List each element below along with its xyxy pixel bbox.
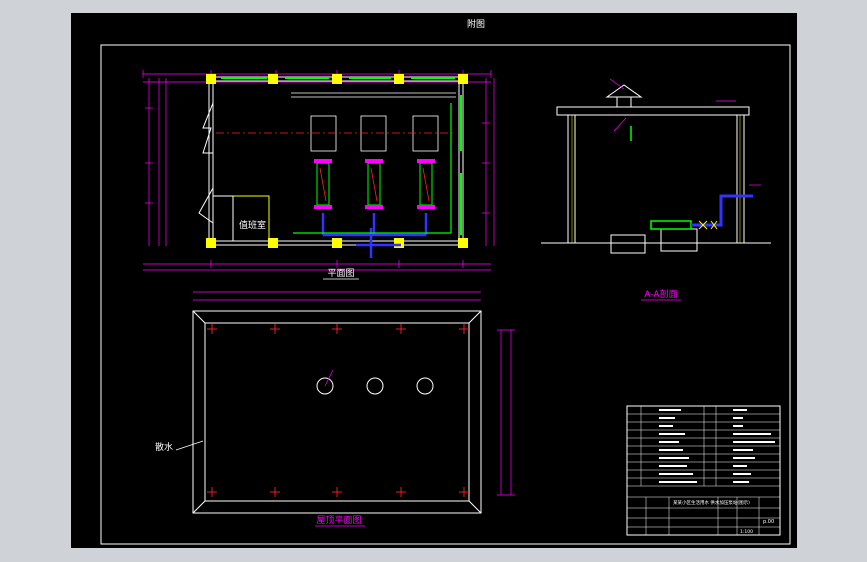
- section-leaders: [609, 78, 761, 186]
- section-title: A-A剖面: [644, 288, 677, 300]
- plan-view: 值班室 平面图: [142, 70, 495, 280]
- title-block-title: 某某小区生活用水 供水加压泵站(图示): [673, 499, 750, 506]
- drawing-sheet: 附图 值班室 平面图 散水 屋顶平面图 A-A剖面 某某小区生活用水 供水加压泵…: [71, 13, 797, 548]
- plan-pumps: [316, 162, 433, 206]
- drainage-leader: [175, 440, 204, 451]
- room-label: 值班室: [239, 219, 266, 231]
- roof-dimensions: [193, 291, 515, 496]
- roof-outline: [192, 310, 482, 514]
- plan-windows: [221, 77, 462, 235]
- title-block: 某某小区生活用水 供水加压泵站(图示) p.00 1:100: [626, 405, 781, 536]
- plan-title: 平面图: [327, 268, 354, 279]
- header-title: 附图: [467, 18, 485, 30]
- title-block-grid: [627, 406, 780, 535]
- plan-equipment: [291, 92, 456, 152]
- title-block-drawing-no: p.00: [763, 519, 774, 525]
- roof-plan: 散水 屋顶平面图: [155, 291, 515, 527]
- roof-column-marks: [207, 324, 469, 497]
- plan-water-pipes: [321, 213, 428, 258]
- section-view: A-A剖面: [541, 78, 771, 301]
- plan-pump-marks: [319, 167, 430, 202]
- section-structure: [541, 84, 771, 254]
- section-equipment: [630, 126, 692, 230]
- inner-border: [100, 44, 791, 545]
- roof-vents: [316, 377, 434, 395]
- title-block-scale: 1:100: [740, 529, 753, 535]
- plan-dimensions: [142, 70, 495, 271]
- drainage-note: 散水: [155, 441, 173, 453]
- plan-fittings: [314, 159, 435, 209]
- cad-drawing: 附图 值班室 平面图 散水 屋顶平面图 A-A剖面 某某小区生活用水 供水加压泵…: [100, 18, 791, 545]
- roof-title: 屋顶平面图: [316, 515, 361, 526]
